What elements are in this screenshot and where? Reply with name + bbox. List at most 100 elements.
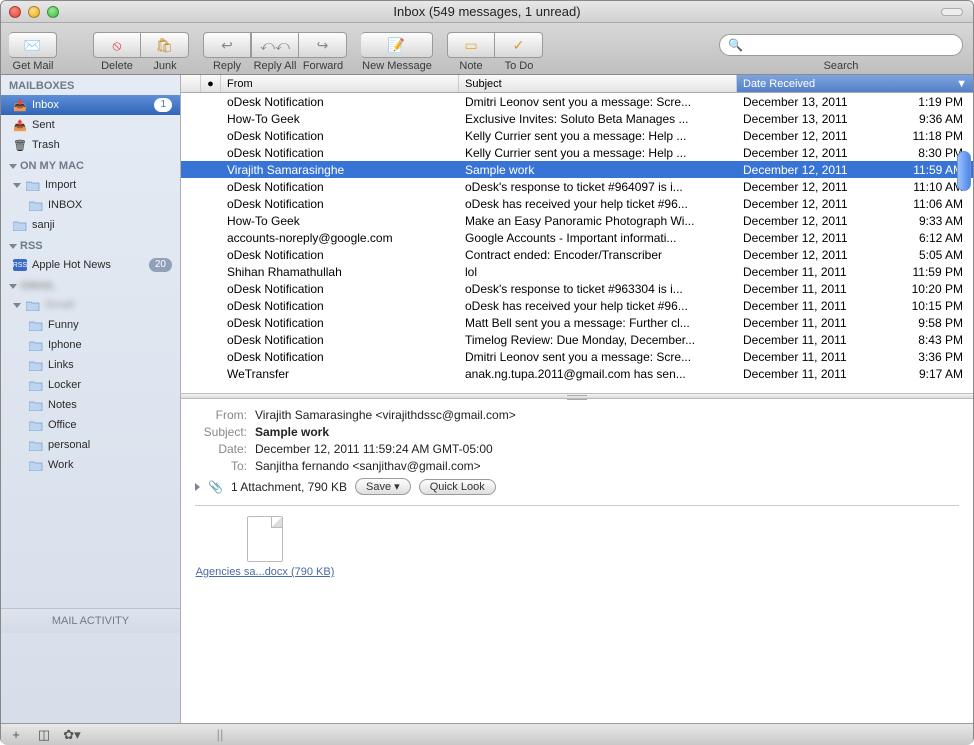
to-label: To: — [195, 458, 247, 475]
message-time: 11:18 PM — [897, 129, 973, 143]
message-row[interactable]: oDesk NotificationKelly Currier sent you… — [181, 127, 973, 144]
disclosure-triangle-icon[interactable] — [195, 483, 200, 491]
new-message-label: New Message — [361, 60, 433, 72]
message-row[interactable]: oDesk NotificationoDesk has received you… — [181, 297, 973, 314]
quick-look-button[interactable]: Quick Look — [419, 479, 496, 495]
rss-icon: RSS — [13, 259, 27, 271]
reply-button[interactable]: ↩ — [203, 32, 251, 58]
sidebar-item-personal[interactable]: personal — [1, 435, 180, 455]
from-label: From: — [195, 407, 247, 424]
message-from: oDesk Notification — [221, 95, 459, 109]
attachment-summary: 1 Attachment, 790 KB — [231, 480, 347, 494]
sidebar-item-redacted[interactable]: Gmail — [1, 295, 180, 315]
message-row[interactable]: accounts-noreply@google.comGoogle Accoun… — [181, 229, 973, 246]
resize-handle[interactable]: || — [211, 728, 229, 742]
message-subject: Make an Easy Panoramic Photograph Wi... — [459, 214, 737, 228]
date-label: Date: — [195, 441, 247, 458]
column-date-received[interactable]: Date Received▼ — [737, 75, 973, 92]
folder-icon — [29, 459, 43, 471]
sidebar-item-sent[interactable]: 📤 Sent — [1, 115, 180, 135]
sidebar-item-import[interactable]: Import — [1, 175, 180, 195]
column-from[interactable]: From — [221, 75, 459, 92]
delete-label: Delete — [93, 60, 141, 72]
message-row[interactable]: How-To GeekMake an Easy Panoramic Photog… — [181, 212, 973, 229]
note-button[interactable]: ▭ — [447, 32, 495, 58]
add-button[interactable]: + — [7, 728, 25, 742]
message-row[interactable]: oDesk NotificationoDesk has received you… — [181, 195, 973, 212]
delete-button[interactable]: ⦸ — [93, 32, 141, 58]
sidebar-item-locker[interactable]: Locker — [1, 375, 180, 395]
pane-splitter[interactable] — [181, 393, 973, 399]
column-flag[interactable] — [181, 75, 201, 92]
sidebar-item-iphone[interactable]: Iphone — [1, 335, 180, 355]
sidebar-item-label: Notes — [48, 399, 77, 411]
message-row[interactable]: oDesk NotificationoDesk's response to ti… — [181, 178, 973, 195]
reply-all-button[interactable]: ⤺⤺ — [251, 32, 299, 58]
bottom-bar: + ◫ ✿▾ || — [1, 723, 973, 745]
new-message-button[interactable]: 📝 — [361, 32, 433, 58]
no-entry-icon: ⦸ — [112, 37, 121, 54]
attachment-file[interactable]: Agencies sa...docx (790 KB) — [195, 516, 335, 578]
column-subject[interactable]: Subject — [459, 75, 737, 92]
message-row[interactable]: oDesk NotificationKelly Currier sent you… — [181, 144, 973, 161]
sidebar-item-inbox[interactable]: 📥 Inbox 1 — [1, 95, 180, 115]
sidebar-item-work[interactable]: Work — [1, 455, 180, 475]
todo-button[interactable]: ✓ — [495, 32, 543, 58]
message-row[interactable]: How-To GeekExclusive Invites: Soluto Bet… — [181, 110, 973, 127]
message-row[interactable]: oDesk NotificationoDesk's response to ti… — [181, 280, 973, 297]
get-mail-button[interactable]: ✉️ — [9, 32, 57, 58]
message-date: December 13, 2011 — [737, 95, 897, 109]
mail-activity-header: MAIL ACTIVITY — [1, 608, 180, 633]
folder-icon — [29, 339, 43, 351]
scrollbar-thumb[interactable] — [957, 151, 971, 191]
message-from: oDesk Notification — [221, 316, 459, 330]
sidebar-item-import-inbox[interactable]: INBOX — [1, 195, 180, 215]
minimize-window-button[interactable] — [28, 6, 40, 18]
message-time: 9:36 AM — [897, 112, 973, 126]
sidebar-item-funny[interactable]: Funny — [1, 315, 180, 335]
chevron-down-icon — [9, 164, 17, 169]
sort-desc-icon: ▼ — [956, 78, 967, 90]
message-from: oDesk Notification — [221, 146, 459, 160]
sidebar-item-label: Gmail — [45, 299, 74, 311]
sidebar-item-apple-hot-news[interactable]: RSS Apple Hot News 20 — [1, 255, 180, 275]
titlebar: Inbox (549 messages, 1 unread) — [1, 1, 973, 23]
sidebar-item-notes[interactable]: Notes — [1, 395, 180, 415]
folder-icon — [26, 179, 40, 191]
forward-button[interactable]: ↪ — [299, 32, 347, 58]
message-from: Virajith Samarasinghe — [221, 163, 459, 177]
chevron-down-icon[interactable] — [13, 303, 21, 308]
section-on-my-mac: ON MY MAC — [1, 155, 180, 175]
show-activity-button[interactable]: ◫ — [35, 728, 53, 742]
column-status[interactable]: ● — [201, 75, 221, 92]
message-row[interactable]: WeTransferanak.ng.tupa.2011@gmail.com ha… — [181, 365, 973, 382]
action-menu-button[interactable]: ✿▾ — [63, 728, 81, 742]
sidebar-item-label: Sent — [32, 119, 55, 131]
message-row[interactable]: oDesk NotificationDmitri Leonov sent you… — [181, 348, 973, 365]
toolbar: ✉️ Get Mail ⦸ 🛍 Delete Junk ↩ ⤺⤺ ↪ Reply… — [1, 23, 973, 75]
sidebar-item-trash[interactable]: 🗑 Trash — [1, 135, 180, 155]
junk-button[interactable]: 🛍 — [141, 32, 189, 58]
message-subject: Matt Bell sent you a message: Further cl… — [459, 316, 737, 330]
message-row[interactable]: Virajith SamarasingheSample workDecember… — [181, 161, 973, 178]
note-icon: ▭ — [464, 37, 477, 54]
message-row[interactable]: Shihan RhamathullahlolDecember 11, 20111… — [181, 263, 973, 280]
toolbar-toggle-button[interactable] — [941, 8, 963, 16]
message-from: oDesk Notification — [221, 248, 459, 262]
chevron-down-icon[interactable] — [13, 183, 21, 188]
zoom-window-button[interactable] — [47, 6, 59, 18]
message-row[interactable]: oDesk NotificationDmitri Leonov sent you… — [181, 93, 973, 110]
search-input[interactable]: 🔍 — [719, 34, 963, 56]
message-row[interactable]: oDesk NotificationTimelog Review: Due Mo… — [181, 331, 973, 348]
message-row[interactable]: oDesk NotificationContract ended: Encode… — [181, 246, 973, 263]
sidebar-item-sanji[interactable]: sanji — [1, 215, 180, 235]
message-date: December 12, 2011 — [737, 231, 897, 245]
message-list[interactable]: oDesk NotificationDmitri Leonov sent you… — [181, 93, 973, 393]
close-window-button[interactable] — [9, 6, 21, 18]
message-time: 6:12 AM — [897, 231, 973, 245]
message-row[interactable]: oDesk NotificationMatt Bell sent you a m… — [181, 314, 973, 331]
sidebar-item-links[interactable]: Links — [1, 355, 180, 375]
message-time: 9:58 PM — [897, 316, 973, 330]
save-attachment-button[interactable]: Save ▾ — [355, 478, 411, 495]
sidebar-item-office[interactable]: Office — [1, 415, 180, 435]
